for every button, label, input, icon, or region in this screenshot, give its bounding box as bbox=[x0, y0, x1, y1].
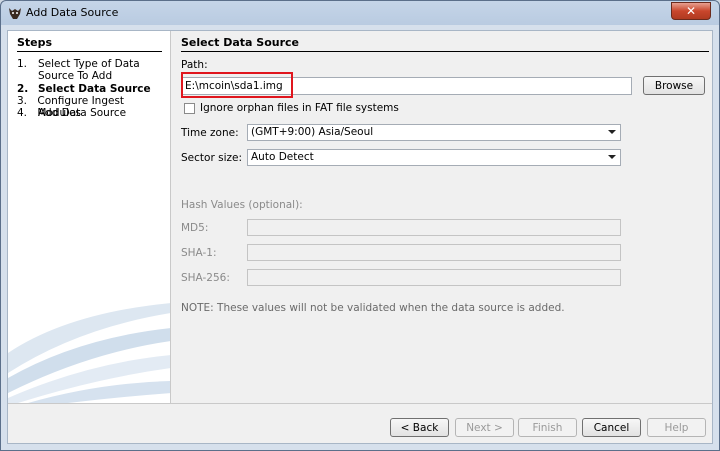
md5-field bbox=[247, 219, 621, 236]
step-number: 1. bbox=[17, 58, 28, 70]
step-2: 2. Select Data Source bbox=[17, 83, 167, 95]
wizard-client-area: Steps 1. Select Type of Data Source To A… bbox=[7, 30, 713, 444]
step-label: Select Type of Data Source To Add bbox=[38, 58, 140, 82]
timezone-select[interactable]: (GMT+9:00) Asia/Seoul bbox=[247, 124, 621, 141]
sector-size-value: Auto Detect bbox=[251, 151, 314, 163]
steps-heading: Steps bbox=[17, 36, 162, 52]
wizard-footer: < Back Next > Finish Cancel Help bbox=[8, 403, 712, 443]
step-number: 2. bbox=[17, 83, 29, 95]
help-button[interactable]: Help bbox=[647, 418, 706, 437]
step-1: 1. Select Type of Data Source To Add bbox=[17, 58, 167, 82]
add-data-source-window: Add Data Source ✕ Steps 1. Select Type o… bbox=[0, 0, 720, 451]
timezone-value: (GMT+9:00) Asia/Seoul bbox=[251, 126, 374, 138]
md5-label: MD5: bbox=[181, 222, 209, 234]
step-label: Add Data Source bbox=[38, 107, 127, 119]
cancel-button[interactable]: Cancel bbox=[582, 418, 641, 437]
chevron-down-icon bbox=[608, 130, 616, 134]
window-title: Add Data Source bbox=[26, 6, 119, 19]
timezone-label: Time zone: bbox=[181, 127, 239, 139]
step-label: Select Data Source bbox=[38, 83, 151, 95]
close-window-button[interactable]: ✕ bbox=[671, 2, 711, 20]
close-icon: ✕ bbox=[685, 4, 697, 18]
sha256-label: SHA-256: bbox=[181, 272, 230, 284]
sector-size-label: Sector size: bbox=[181, 152, 242, 164]
chevron-down-icon bbox=[608, 155, 616, 159]
sha256-field bbox=[247, 269, 621, 286]
sha1-label: SHA-1: bbox=[181, 247, 217, 259]
steps-panel: Steps 1. Select Type of Data Source To A… bbox=[8, 31, 171, 403]
browse-button[interactable]: Browse bbox=[643, 76, 705, 95]
hash-values-heading: Hash Values (optional): bbox=[181, 199, 303, 211]
ignore-orphan-checkbox[interactable] bbox=[184, 103, 195, 114]
next-button[interactable]: Next > bbox=[455, 418, 514, 437]
path-label: Path: bbox=[181, 59, 208, 71]
step-4: 4. Add Data Source bbox=[17, 107, 167, 119]
autopsy-dog-icon bbox=[9, 8, 21, 19]
sha1-field bbox=[247, 244, 621, 261]
select-data-source-panel: Select Data Source Path: E:\mcoin\sda1.i… bbox=[171, 31, 712, 403]
path-highlight-box bbox=[181, 72, 293, 98]
section-heading: Select Data Source bbox=[181, 36, 709, 52]
sector-size-select[interactable]: Auto Detect bbox=[247, 149, 621, 166]
ignore-orphan-label: Ignore orphan files in FAT file systems bbox=[200, 102, 399, 114]
hash-note: NOTE: These values will not be validated… bbox=[181, 302, 565, 314]
decorative-swoosh-graphic bbox=[8, 303, 170, 403]
title-bar[interactable]: Add Data Source ✕ bbox=[1, 1, 719, 25]
back-button[interactable]: < Back bbox=[390, 418, 449, 437]
finish-button[interactable]: Finish bbox=[518, 418, 577, 437]
step-number: 4. bbox=[17, 107, 28, 119]
